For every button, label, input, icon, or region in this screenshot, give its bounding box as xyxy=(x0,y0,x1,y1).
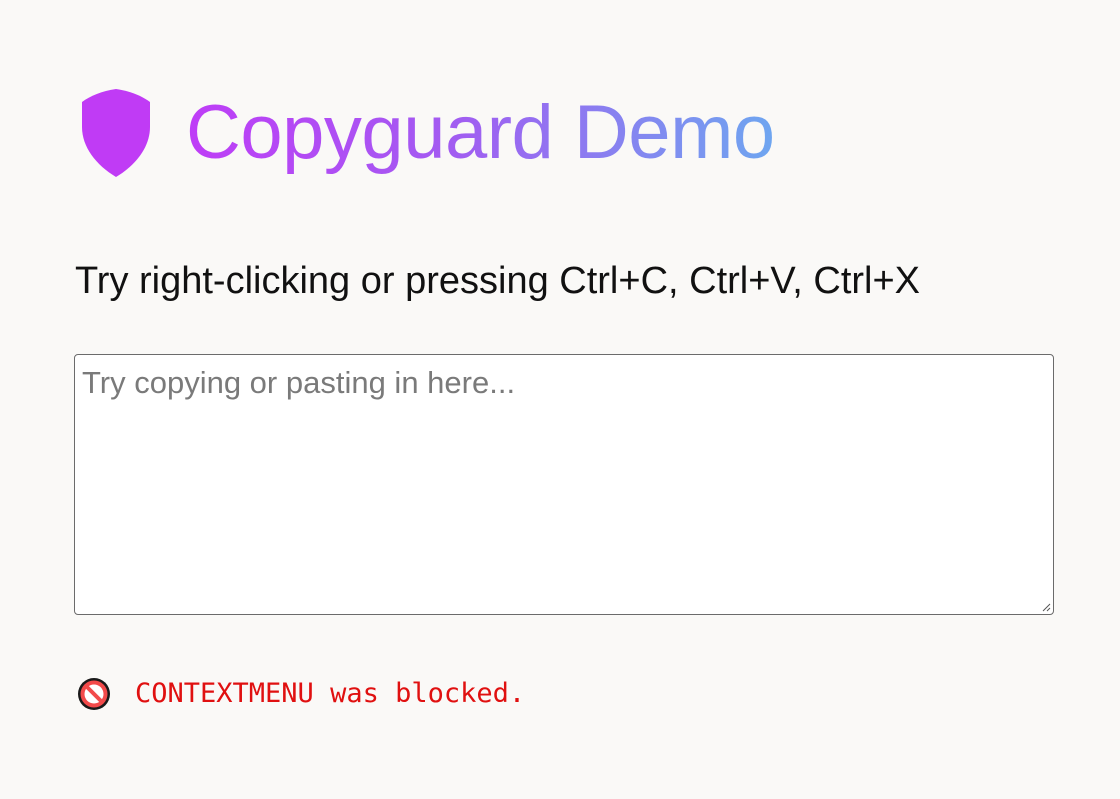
shield-icon xyxy=(82,89,150,177)
status-message: CONTEXTMENU was blocked. xyxy=(77,676,525,712)
instructions-text: Try right-clicking or pressing Ctrl+C, C… xyxy=(75,260,921,302)
status-text: CONTEXTMENU was blocked. xyxy=(135,678,526,709)
copy-paste-textarea[interactable] xyxy=(74,354,1054,615)
page-header: Copyguard Demo xyxy=(80,86,775,180)
page-title: Copyguard Demo xyxy=(186,86,775,180)
resize-handle-icon[interactable] xyxy=(1041,602,1051,612)
prohibited-icon xyxy=(78,678,110,710)
